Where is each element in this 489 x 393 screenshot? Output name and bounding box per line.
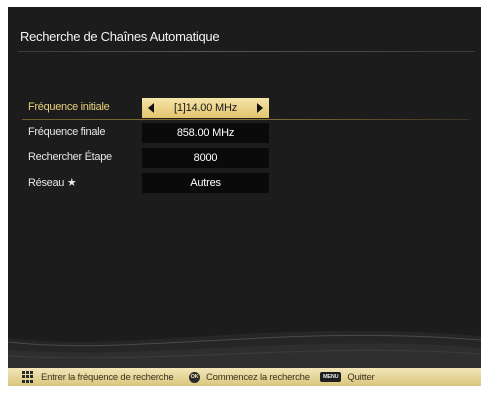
start-frequency-value: [1]14.00 MHz [173, 102, 238, 114]
search-step-label: Rechercher Étape [28, 151, 112, 163]
menu-button-icon: MENU [320, 372, 342, 382]
row-start-frequency[interactable]: Fréquence initiale [1]14.00 MHz [8, 98, 481, 120]
footer-menu-hint: MENU Quitter [320, 368, 375, 386]
row-network[interactable]: Réseau ★ Autres [8, 173, 481, 193]
network-label: Réseau ★ [28, 177, 77, 189]
keypad-icon [22, 371, 35, 383]
keypad-hint-label: Entrer la fréquence de recherche [41, 371, 174, 383]
end-frequency-field[interactable]: 858.00 MHz [142, 123, 269, 143]
network-field[interactable]: Autres [142, 173, 269, 193]
caret-left-icon[interactable] [148, 103, 154, 113]
network-value: Autres [190, 177, 221, 189]
footer-bar: Entrer la fréquence de recherche OK Comm… [8, 368, 481, 386]
footer-keypad-hint: Entrer la fréquence de recherche [22, 368, 174, 386]
menu-hint-label: Quitter [347, 371, 375, 383]
title-divider [18, 51, 475, 52]
footer-ok-hint: OK Commencez la recherche [189, 368, 310, 386]
end-frequency-label: Fréquence finale [28, 126, 106, 138]
decorative-waves [8, 330, 481, 368]
search-step-value: 8000 [193, 152, 218, 164]
caret-right-icon[interactable] [257, 103, 263, 113]
tv-menu-screen: Recherche de Chaînes Automatique Fréquen… [8, 7, 481, 386]
page-title: Recherche de Chaînes Automatique [20, 29, 220, 44]
ok-button-icon: OK [189, 371, 200, 383]
start-frequency-field[interactable]: [1]14.00 MHz [142, 98, 269, 118]
row-search-step[interactable]: Rechercher Étape 8000 [8, 148, 481, 168]
row-end-frequency[interactable]: Fréquence finale 858.00 MHz [8, 123, 481, 143]
end-frequency-value: 858.00 MHz [176, 127, 235, 139]
ok-hint-label: Commencez la recherche [206, 371, 310, 383]
search-step-field[interactable]: 8000 [142, 148, 269, 168]
start-frequency-label: Fréquence initiale [28, 101, 110, 113]
